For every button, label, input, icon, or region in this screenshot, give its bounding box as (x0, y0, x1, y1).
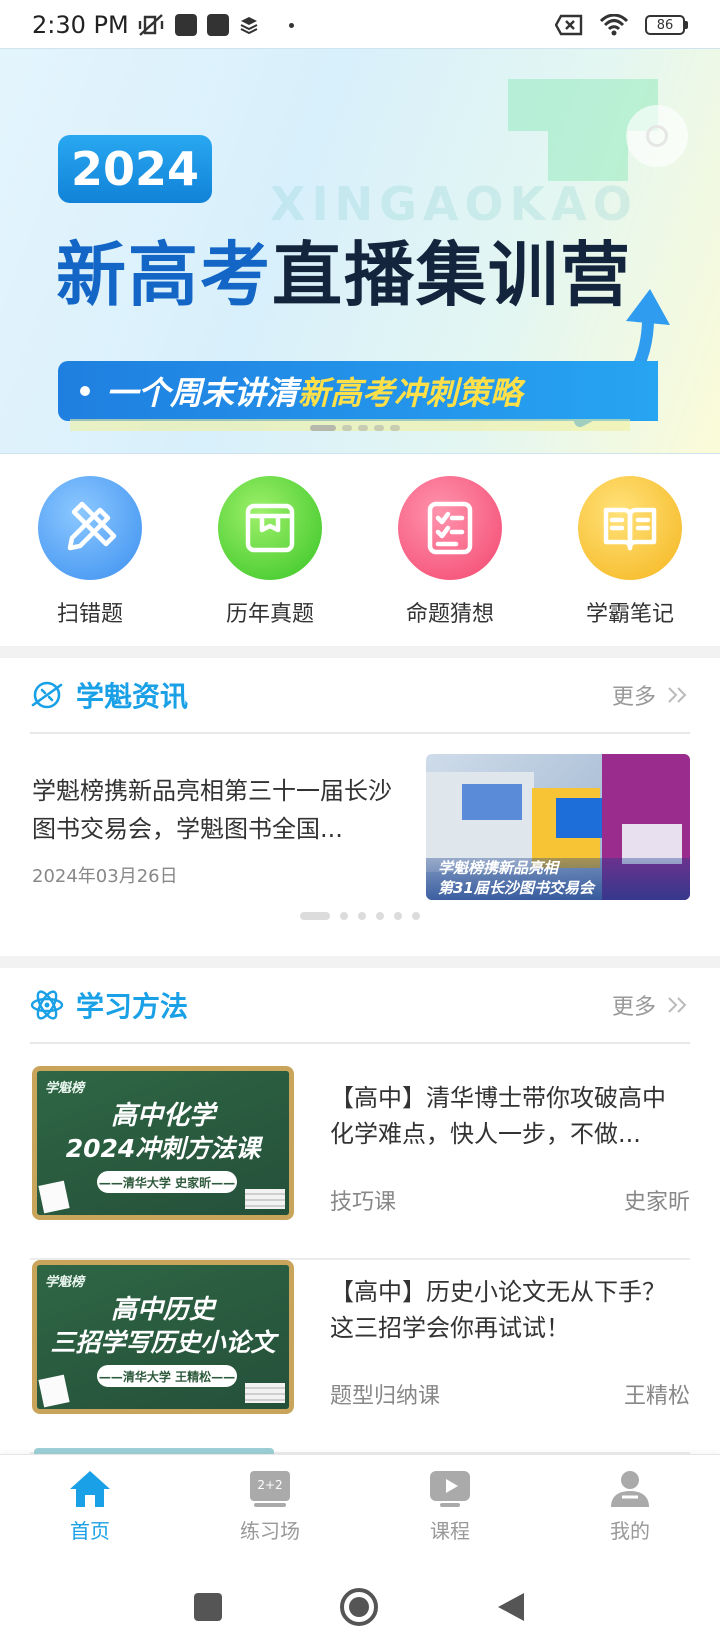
status-left-icons (137, 13, 294, 37)
battery-level: 86 (645, 15, 685, 35)
promo-banner[interactable]: XINGAOKAO 2024 新高考直播集训营 一个周末讲清 新高考冲刺策略 (0, 48, 720, 454)
banner-search-circle (626, 105, 688, 167)
course-type: 题型归纳课 (330, 1384, 441, 1409)
course-title: 【高中】清华博士带你攻破高中化学难点，快人一步，不做... (330, 1084, 666, 1148)
quick-item-label: 命题猜想 (405, 602, 494, 627)
book-box-icon (245, 503, 295, 553)
quick-item-label: 扫错题 (56, 602, 123, 627)
course-thumbnail: 学魁榜 高中化学 2024冲刺方法课 ——清华大学 史家昕—— (32, 1066, 294, 1220)
nav-item-mine[interactable]: 我的 (540, 1455, 720, 1564)
video-play-icon (430, 1471, 470, 1507)
status-right-icons: 86 (555, 14, 688, 36)
methods-section-header: 学习方法 更多 (30, 968, 690, 1044)
methods-more-link[interactable]: 更多 (612, 989, 690, 1021)
nav-label: 课程 (430, 1519, 470, 1543)
quick-item-label: 学霸笔记 (585, 602, 674, 627)
recent-apps-button[interactable] (194, 1593, 222, 1621)
quick-item-past-papers[interactable]: 历年真题 (180, 454, 360, 646)
section-divider (0, 646, 720, 658)
news-pagination (300, 912, 420, 920)
document-list-icon (427, 501, 473, 555)
course-thumbnail: 学魁榜 高中历史 三招学写历史小论文 ——清华大学 王精松—— (32, 1260, 294, 1414)
nav-label: 首页 (70, 1519, 110, 1543)
layers-icon (240, 17, 258, 35)
quick-item-label: 历年真题 (225, 602, 314, 627)
news-image: 学魁榜携新品亮相 第31届长沙图书交易会 (426, 754, 690, 900)
no-sim-icon (555, 14, 583, 36)
status-time: 2:30 PM (32, 11, 129, 39)
news-more-link[interactable]: 更多 (612, 679, 690, 711)
blackboard-icon: 2+2 (250, 1471, 290, 1507)
news-date: 2024年03月26日 (32, 866, 178, 887)
course-title: 【高中】历史小论文无从下手？这三招学会你再试试！ (330, 1278, 666, 1342)
nav-item-courses[interactable]: 课程 (360, 1455, 540, 1564)
battery-icon: 86 (645, 15, 688, 35)
svg-text:2+2: 2+2 (257, 1478, 282, 1492)
course-teacher: 王精松 (623, 1384, 690, 1409)
more-notifications-dot (288, 22, 294, 28)
news-title: 学魁榜携新品亮相第三十一届长沙图书交易会，学魁图书全国... (32, 777, 392, 843)
nav-label: 练习场 (240, 1519, 300, 1543)
status-bar: 2:30 PM 86 (0, 0, 720, 50)
open-book-icon (603, 507, 657, 551)
news-image-caption: 学魁榜携新品亮相 第31届长沙图书交易会 (426, 858, 690, 900)
section-divider (0, 956, 720, 968)
bottom-nav: 首页 2+2 练习场 课程 我的 (0, 1454, 720, 1564)
quick-item-predictions[interactable]: 命题猜想 (360, 454, 540, 646)
atom-icon (30, 990, 64, 1020)
double-chevron-right-icon (668, 687, 687, 703)
course-teacher: 史家昕 (623, 1190, 690, 1215)
mute-vibrate-icon (138, 14, 163, 36)
news-section-header: 学魁资讯 更多 (30, 658, 690, 734)
course-card[interactable]: 学魁榜 高中历史 三招学写历史小论文 ——清华大学 王精松—— 【高中】历史小论… (30, 1260, 690, 1454)
home-icon (70, 1471, 110, 1507)
pencil-ruler-icon (67, 501, 117, 551)
notification-app-icon (206, 14, 229, 36)
nav-label: 我的 (610, 1519, 650, 1543)
banner-year: 2024 (58, 135, 212, 203)
home-button[interactable] (340, 1588, 378, 1626)
methods-section-title: 学习方法 (76, 990, 189, 1023)
news-item[interactable]: 学魁榜携新品亮相第三十一届长沙图书交易会，学魁图书全国... 2024年03月2… (30, 754, 690, 900)
user-icon (611, 1471, 649, 1507)
banner-pagination (310, 425, 400, 431)
planet-icon (31, 681, 63, 709)
nav-item-home[interactable]: 首页 (0, 1455, 180, 1564)
quick-item-top-notes[interactable]: 学霸笔记 (540, 454, 720, 646)
wifi-icon (599, 14, 629, 36)
system-nav-bar (0, 1564, 720, 1650)
course-card[interactable]: 学魁榜 高中化学 2024冲刺方法课 ——清华大学 史家昕—— 【高中】清华博士… (30, 1066, 690, 1260)
double-chevron-right-icon (668, 997, 687, 1013)
course-type: 技巧课 (330, 1190, 397, 1215)
nav-item-practice[interactable]: 2+2 练习场 (180, 1455, 360, 1564)
news-section-title: 学魁资讯 (76, 680, 189, 713)
back-button[interactable] (496, 1591, 526, 1623)
notification-app-icon (174, 14, 197, 36)
quick-menu: 扫错题 历年真题 命题猜想 学霸笔记 (0, 454, 720, 646)
quick-item-scan-errors[interactable]: 扫错题 (0, 454, 180, 646)
banner-title: 新高考直播集训营 (56, 234, 632, 316)
banner-strip: 一个周末讲清 新高考冲刺策略 (58, 361, 658, 421)
